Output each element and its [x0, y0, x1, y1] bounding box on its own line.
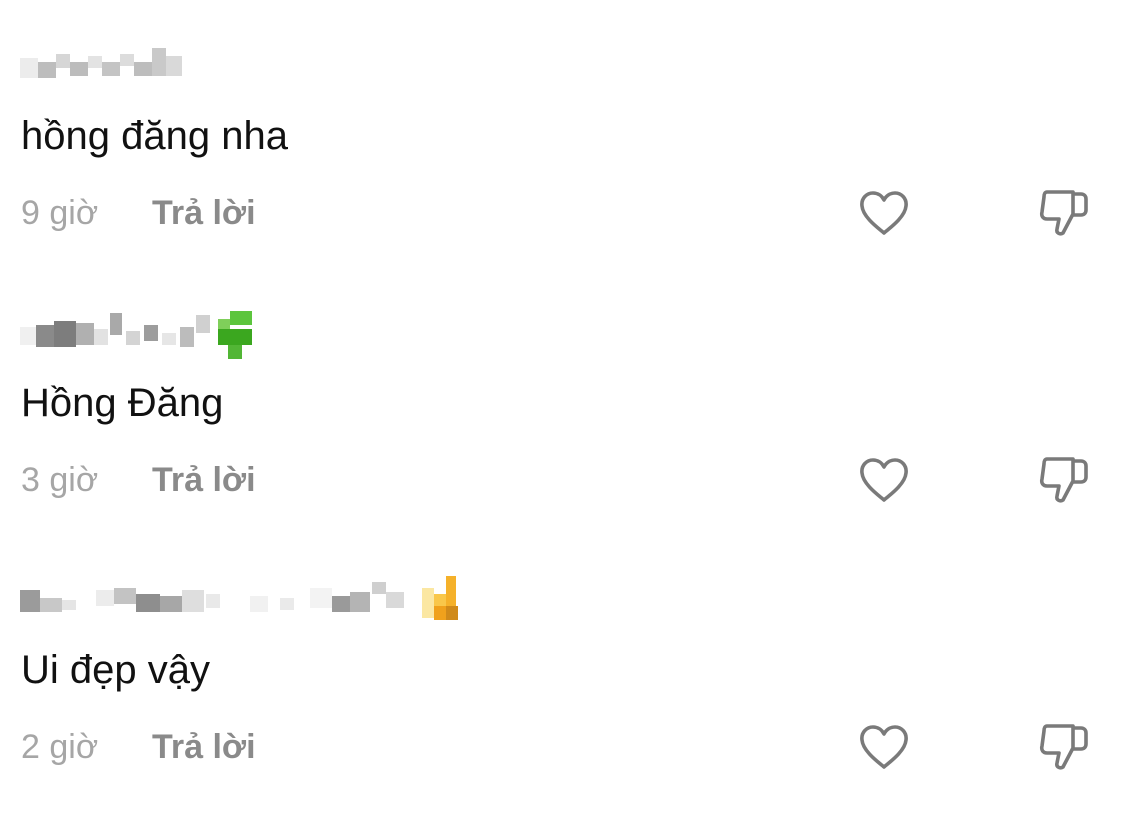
comment-meta: 2 giờ Trả lời: [21, 727, 256, 767]
comment-item: hồng đăng nha 9 giờ Trả lời: [0, 40, 1136, 300]
reply-button[interactable]: Trả lời: [152, 460, 256, 500]
heart-icon: [860, 458, 908, 502]
comment-text: hồng đăng nha: [21, 114, 288, 158]
reply-button[interactable]: Trả lời: [152, 727, 256, 767]
username-pixelated[interactable]: [20, 40, 480, 88]
comment-item: Hồng Đăng 3 giờ Trả lời: [0, 307, 1136, 567]
thumbs-down-icon: [1039, 190, 1088, 236]
comment-meta: 3 giờ Trả lời: [21, 460, 256, 500]
like-button[interactable]: [856, 719, 912, 775]
comment-text: Hồng Đăng: [21, 381, 224, 425]
like-button[interactable]: [856, 452, 912, 508]
username-pixelated[interactable]: [20, 307, 480, 359]
comment-time: 9 giờ: [21, 194, 99, 232]
dislike-button[interactable]: [1034, 185, 1094, 241]
heart-icon: [860, 725, 908, 769]
heart-icon: [860, 191, 908, 235]
thumbs-down-icon: [1039, 457, 1088, 503]
comment-meta: 9 giờ Trả lời: [21, 193, 256, 233]
dislike-button[interactable]: [1034, 719, 1094, 775]
comment-text: Ui đẹp vậy: [21, 648, 210, 692]
like-button[interactable]: [856, 185, 912, 241]
dislike-button[interactable]: [1034, 452, 1094, 508]
comment-time: 3 giờ: [21, 461, 99, 499]
thumbs-down-icon: [1039, 724, 1088, 770]
reply-button[interactable]: Trả lời: [152, 193, 256, 233]
comment-item: Ui đẹp vậy 2 giờ Trả lời: [0, 574, 1136, 834]
comment-time: 2 giờ: [21, 728, 99, 766]
username-pixelated[interactable]: [20, 574, 480, 622]
